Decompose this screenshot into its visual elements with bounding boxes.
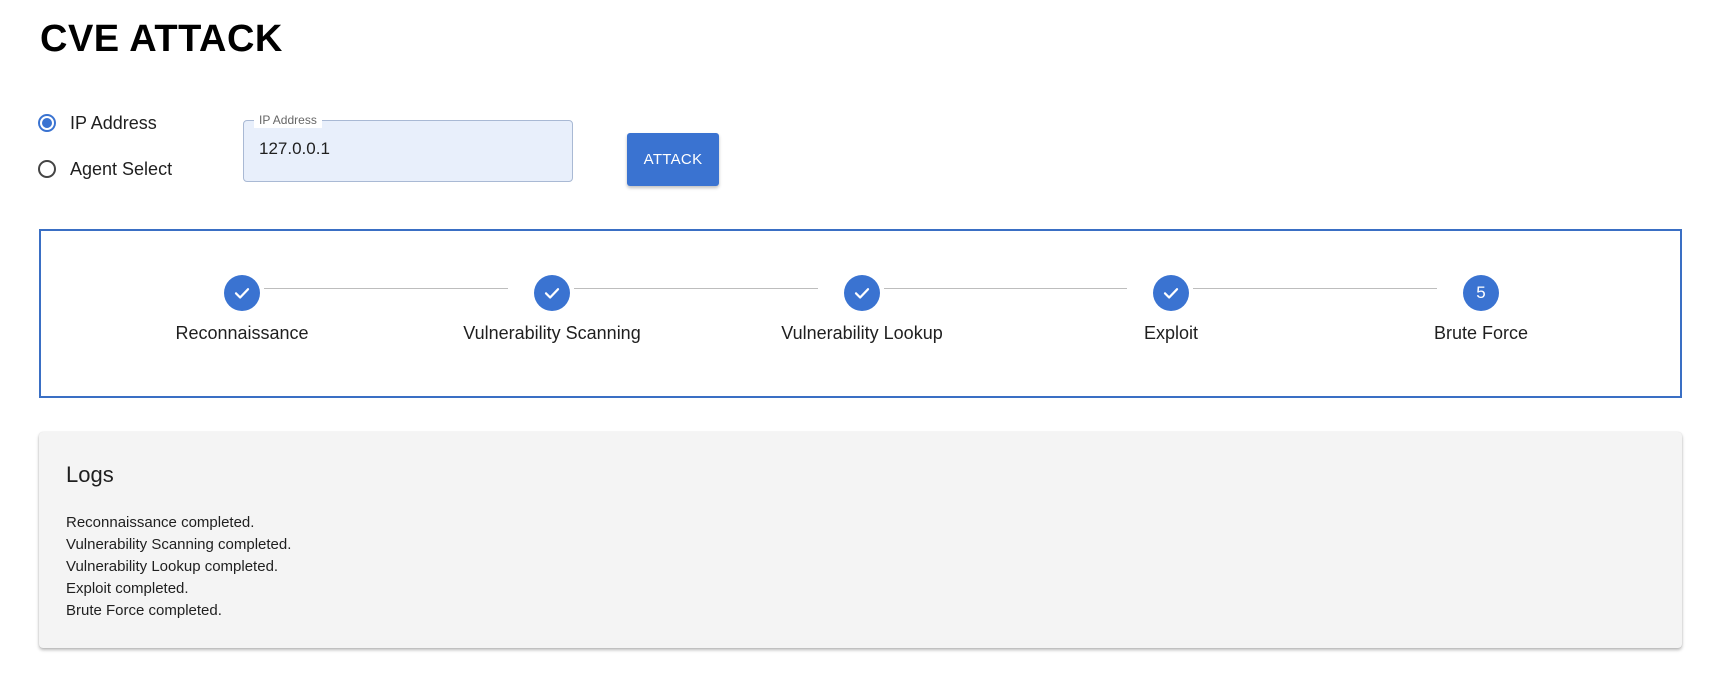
- cve-attack-page: CVE ATTACK IP Address Agent Select IP Ad…: [0, 0, 1718, 696]
- log-line: Vulnerability Lookup completed.: [66, 558, 279, 575]
- check-icon: [844, 275, 880, 311]
- log-line: Vulnerability Scanning completed.: [66, 536, 292, 553]
- logs-panel: Logs Reconnaissance completed. Vulnerabi…: [39, 432, 1682, 648]
- step-label: Exploit: [1143, 323, 1199, 343]
- step-brute-force: 5 Brute Force: [1331, 275, 1631, 344]
- check-icon: [1153, 275, 1189, 311]
- step-label: Vulnerability Lookup: [781, 323, 943, 343]
- attack-stepper: Reconnaissance Vulnerability Scanning Vu…: [39, 229, 1682, 398]
- target-mode-radio-group: IP Address Agent Select: [38, 108, 172, 200]
- log-line: Reconnaissance completed.: [66, 514, 255, 531]
- page-title: CVE ATTACK: [40, 18, 283, 60]
- ip-address-field[interactable]: IP Address: [243, 112, 573, 182]
- step-label: Vulnerability Scanning: [463, 323, 641, 343]
- logs-title: Logs: [66, 462, 114, 487]
- check-icon: [224, 275, 260, 311]
- step-number-icon: 5: [1463, 275, 1499, 311]
- step-vulnerability-lookup: Vulnerability Lookup: [712, 275, 1012, 344]
- ip-address-field-label: IP Address: [254, 112, 322, 128]
- radio-label-ip-address: IP Address: [70, 112, 157, 133]
- log-line: Exploit completed.: [66, 580, 189, 597]
- step-exploit: Exploit: [1021, 275, 1321, 344]
- step-vulnerability-scanning: Vulnerability Scanning: [402, 275, 702, 344]
- step-reconnaissance: Reconnaissance: [92, 275, 392, 344]
- radio-label-agent-select: Agent Select: [70, 158, 173, 179]
- radio-unchecked-icon[interactable]: [38, 160, 56, 178]
- check-icon: [534, 275, 570, 311]
- ip-address-input[interactable]: [259, 139, 549, 159]
- step-label: Brute Force: [1433, 323, 1529, 343]
- radio-ip-address[interactable]: IP Address: [38, 108, 172, 138]
- attack-button[interactable]: ATTACK: [627, 133, 719, 186]
- radio-checked-icon[interactable]: [38, 114, 56, 132]
- log-line: Brute Force completed.: [66, 602, 222, 619]
- radio-agent-select[interactable]: Agent Select: [38, 154, 172, 184]
- step-label: Reconnaissance: [175, 323, 309, 343]
